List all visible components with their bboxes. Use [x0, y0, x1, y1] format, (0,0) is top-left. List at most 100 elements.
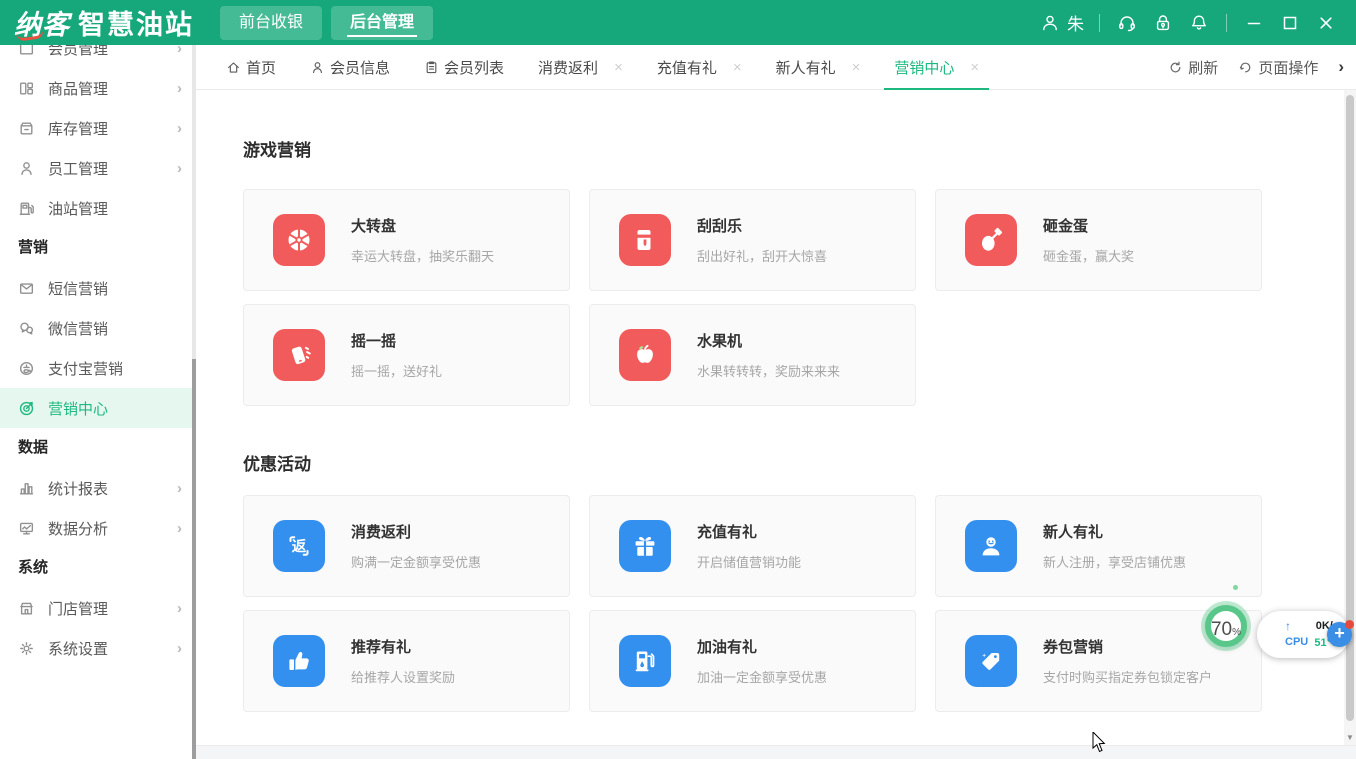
card-golden-egg[interactable]: 砸金蛋 砸金蛋，赢大奖	[935, 189, 1262, 291]
card-shake[interactable]: 摇一摇 摇一摇，送好礼	[243, 304, 570, 406]
card-title: 大转盘	[351, 215, 494, 236]
memory-percent-value: 70	[1211, 620, 1232, 639]
page-actions-button[interactable]: 页面操作	[1238, 57, 1318, 78]
card-title: 券包营销	[1043, 636, 1212, 657]
page-tabbar: 首页 会员信息 会员列表 消费返利 × 充值有礼 × 新人有礼 ×	[196, 45, 1356, 90]
card-recharge-gift[interactable]: 充值有礼 开启储值营销功能	[589, 495, 916, 597]
tab-home[interactable]: 首页	[222, 45, 280, 90]
system-monitor-widget: ↑ 0K/s CPU 51℃ 70% +	[1205, 604, 1355, 670]
wheel-icon	[273, 214, 325, 266]
tab-recharge-gift[interactable]: 充值有礼 ×	[653, 45, 746, 90]
titlebar-actions: 朱	[1034, 0, 1356, 45]
tabbar-actions: 刷新 页面操作 ›	[1168, 57, 1356, 78]
tab-close-icon[interactable]: ×	[733, 59, 742, 76]
sidebar-item-label: 数据分析	[48, 518, 177, 539]
support-headset-button[interactable]	[1109, 0, 1145, 45]
maximize-button[interactable]	[1272, 0, 1308, 45]
lock-screen-button[interactable]	[1145, 0, 1181, 45]
tab-close-icon[interactable]: ×	[614, 59, 623, 76]
minimize-icon	[1244, 13, 1264, 33]
settings-icon	[18, 640, 35, 657]
card-referral-gift[interactable]: 推荐有礼 给推荐人设置奖励	[243, 610, 570, 712]
analysis-icon	[18, 520, 35, 537]
logo-brand: 纳客	[14, 3, 70, 42]
promotions-grid: 返 消费返利 购满一定金额享受优惠	[243, 495, 1356, 712]
tab-label: 会员列表	[444, 57, 504, 78]
alipay-icon	[18, 360, 35, 377]
close-button[interactable]	[1308, 0, 1344, 45]
chevron-right-icon: ›	[177, 640, 182, 657]
tab-close-icon[interactable]: ×	[970, 59, 979, 76]
notifications-button[interactable]	[1181, 0, 1217, 45]
minimize-button[interactable]	[1236, 0, 1272, 45]
memory-percent-ball[interactable]: 70%	[1205, 605, 1247, 647]
game-marketing-grid: 大转盘 幸运大转盘，抽奖乐翻天 刮刮乐 刮出好礼，刮开大惊喜	[243, 189, 1356, 406]
card-consume-rebate[interactable]: 返 消费返利 购满一定金额享受优惠	[243, 495, 570, 597]
nav-backend-admin-label: 后台管理	[350, 14, 414, 31]
expand-chevron-icon[interactable]: ›	[1338, 57, 1344, 77]
sidebar-item-store-management[interactable]: 门店管理 ›	[0, 588, 196, 628]
sidebar-item-label: 微信营销	[48, 318, 182, 339]
store-icon	[18, 600, 35, 617]
sidebar-item-wechat-marketing[interactable]: 微信营销	[0, 308, 196, 348]
card-fruit-machine[interactable]: 水果机 水果转转转，奖励来来来	[589, 304, 916, 406]
card-desc: 开启储值营销功能	[697, 552, 801, 571]
card-title: 刮刮乐	[697, 215, 827, 236]
scroll-down-arrow-icon[interactable]: ▼	[1344, 733, 1356, 742]
nav-backend-admin[interactable]: 后台管理	[331, 6, 433, 40]
scratch-card-icon	[619, 214, 671, 266]
card-newcomer-gift[interactable]: 新人有礼 新人注册，享受店铺优惠	[935, 495, 1262, 597]
tab-label: 首页	[246, 57, 276, 78]
sidebar-item-members[interactable]: 会员管理 ›	[0, 45, 196, 68]
sidebar-item-label: 统计报表	[48, 478, 177, 499]
sidebar-section-data: 数据	[0, 428, 196, 468]
user-menu[interactable]: 朱	[1034, 10, 1090, 35]
sidebar-item-marketing-center[interactable]: 营销中心	[0, 388, 196, 428]
refresh-button[interactable]: 刷新	[1168, 57, 1218, 78]
cpu-label: CPU	[1285, 636, 1308, 648]
member-icon	[310, 60, 325, 75]
report-icon	[18, 480, 35, 497]
card-refuel-gift[interactable]: 加油有礼 加油一定金额享受优惠	[589, 610, 916, 712]
sidebar-item-system-settings[interactable]: 系统设置 ›	[0, 628, 196, 668]
svg-text:返: 返	[292, 538, 307, 556]
refresh-icon	[1168, 60, 1183, 75]
tab-close-icon[interactable]: ×	[852, 59, 861, 76]
sidebar-item-staff[interactable]: 员工管理 ›	[0, 148, 196, 188]
sidebar-item-inventory[interactable]: 库存管理 ›	[0, 108, 196, 148]
tab-newcomer-gift[interactable]: 新人有礼 ×	[772, 45, 865, 90]
sidebar-item-label: 支付宝营销	[48, 358, 182, 379]
sidebar-item-label: 门店管理	[48, 598, 177, 619]
sidebar-item-statistics-report[interactable]: 统计报表 ›	[0, 468, 196, 508]
tab-member-list[interactable]: 会员列表	[420, 45, 508, 90]
tab-label: 充值有礼	[657, 57, 717, 78]
sidebar-item-alipay-marketing[interactable]: 支付宝营销	[0, 348, 196, 388]
goods-icon	[18, 80, 35, 97]
card-title: 新人有礼	[1043, 521, 1186, 542]
tab-member-info[interactable]: 会员信息	[306, 45, 394, 90]
nav-front-cashier[interactable]: 前台收银	[220, 6, 322, 40]
card-desc: 给推荐人设置奖励	[351, 667, 455, 686]
home-icon	[226, 60, 241, 75]
sidebar-item-gas-station[interactable]: 油站管理	[0, 188, 196, 228]
rebate-icon: 返	[273, 520, 325, 572]
card-title: 消费返利	[351, 521, 481, 542]
tab-consume-rebate[interactable]: 消费返利 ×	[534, 45, 627, 90]
headset-icon	[1117, 13, 1137, 33]
chevron-right-icon: ›	[177, 120, 182, 137]
sidebar-item-data-analysis[interactable]: 数据分析 ›	[0, 508, 196, 548]
sidebar-item-label: 库存管理	[48, 118, 177, 139]
list-icon	[424, 60, 439, 75]
card-big-wheel[interactable]: 大转盘 幸运大转盘，抽奖乐翻天	[243, 189, 570, 291]
card-title: 加油有礼	[697, 636, 827, 657]
card-desc: 幸运大转盘，抽奖乐翻天	[351, 246, 494, 265]
members-icon	[18, 45, 35, 57]
sidebar-item-sms-marketing[interactable]: 短信营销	[0, 268, 196, 308]
tab-marketing-center[interactable]: 营销中心 ×	[890, 45, 983, 90]
sidebar: 会员管理 › 商品管理 › 库存管理 › 员工	[0, 45, 196, 759]
sidebar-item-goods[interactable]: 商品管理 ›	[0, 68, 196, 108]
card-title: 砸金蛋	[1043, 215, 1134, 236]
card-scratch-card[interactable]: 刮刮乐 刮出好礼，刮开大惊喜	[589, 189, 916, 291]
monitor-plus-button[interactable]: +	[1327, 622, 1352, 647]
user-icon	[1040, 13, 1060, 33]
